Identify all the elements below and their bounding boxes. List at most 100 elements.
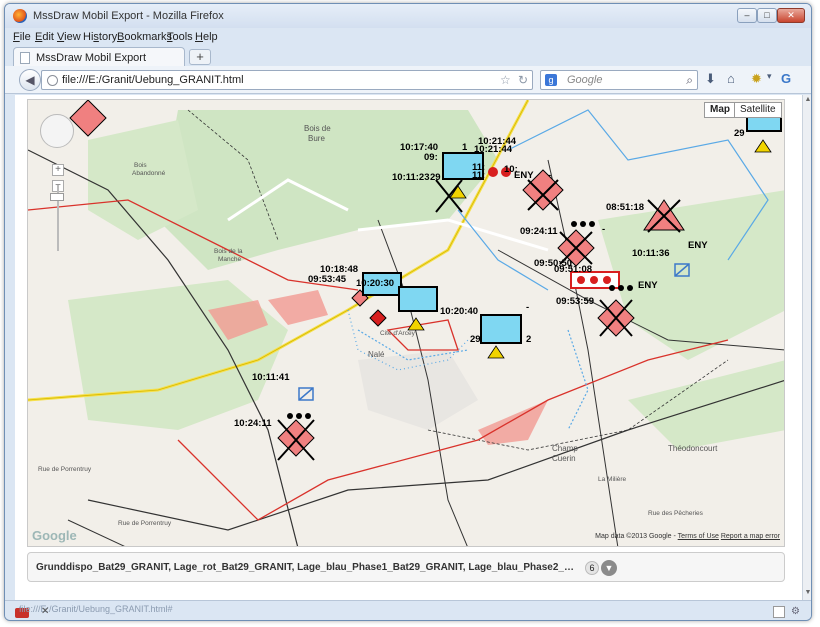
place-label: Bois de <box>304 124 331 133</box>
place-label: Champ <box>552 444 578 453</box>
gear-icon[interactable]: ⚙ <box>791 606 803 618</box>
menu-file[interactable]: File <box>13 31 31 43</box>
back-button[interactable]: ◀ <box>19 69 41 91</box>
layer-selection-bar[interactable]: Grunddispo_Bat29_GRANIT, Lage_rot_Bat29_… <box>27 552 785 582</box>
globe-icon <box>47 75 58 86</box>
friendly-unit[interactable] <box>398 286 438 312</box>
menu-mnemonic: V <box>57 31 65 43</box>
place-label: Nalé <box>368 350 385 359</box>
navigation-bar: ◀ file:///E:/Granit/Uebung_GRANIT.html ☆… <box>5 66 811 94</box>
friendly-unit[interactable] <box>480 314 522 344</box>
unit-label: - <box>602 224 606 235</box>
town-area <box>358 350 478 430</box>
menu-mnemonic: B <box>117 31 125 43</box>
map-type-satellite-button[interactable]: Satellite <box>734 102 782 118</box>
unit-label: 29 <box>470 334 481 345</box>
map-type-map-button[interactable]: Map <box>704 102 736 118</box>
new-tab-button[interactable]: + <box>189 49 211 65</box>
time-label: 09:51:08 <box>554 264 593 275</box>
map-canvas[interactable]: Bois de Bure Bois Abandonné Bois de la M… <box>27 99 785 547</box>
road <box>547 159 619 546</box>
place-label: Bure <box>308 134 325 143</box>
place-label: Manche <box>218 256 242 263</box>
menu-view[interactable]: View <box>57 31 81 43</box>
bookmark-star-icon[interactable]: ☆ <box>500 73 511 87</box>
place-label: Abandonné <box>132 170 166 177</box>
time-label: 10:11:36 <box>632 248 670 259</box>
minimize-button[interactable]: – <box>737 8 757 23</box>
scroll-down-icon[interactable]: ▼ <box>804 589 811 596</box>
status-bar: file:///E:/Granit/Uebung_GRANIT.html# ✕ … <box>5 600 811 620</box>
window-title: MssDraw Mobil Export - Mozilla Firefox <box>33 10 224 22</box>
menu-bookmarks[interactable]: Bookmarks <box>117 31 172 43</box>
time-label: 10:11:23 <box>392 172 430 183</box>
addon-icon[interactable]: G <box>781 71 791 86</box>
unit-label: ENY <box>638 280 658 291</box>
reload-icon[interactable]: ↻ <box>518 73 528 87</box>
scroll-up-icon[interactable]: ▲ <box>804 96 811 103</box>
download-icon[interactable]: ⬇ <box>705 71 716 87</box>
unit-label: - <box>526 302 530 313</box>
menu-mnemonic: F <box>13 31 20 43</box>
home-icon[interactable]: ⌂ <box>727 71 735 86</box>
phase-line-blue <box>457 209 549 291</box>
phase-line-blue <box>567 329 589 431</box>
chevron-down-icon[interactable]: ▾ <box>767 71 772 82</box>
page-icon <box>20 52 30 64</box>
menu-help[interactable]: Help <box>195 31 218 43</box>
maximize-button[interactable]: □ <box>757 8 777 23</box>
place-label: Rue des Pêcheries <box>648 510 703 517</box>
url-bar[interactable]: file:///E:/Granit/Uebung_GRANIT.html ☆ ↻ <box>41 70 533 90</box>
menu-history[interactable]: History <box>83 31 117 43</box>
firefox-icon <box>13 9 27 23</box>
unit-label: 1 <box>462 142 468 153</box>
place-label: Rue de Porrentruy <box>118 520 172 527</box>
tab-mssdraw[interactable]: MssDraw Mobil Export <box>13 47 185 66</box>
menu-edit[interactable]: Edit <box>35 31 54 43</box>
layer-list-text: Grunddispo_Bat29_GRANIT, Lage_rot_Bat29_… <box>36 562 576 573</box>
map-attribution: Map data ©2013 Google - Terms of Use Rep… <box>595 533 780 540</box>
forest-area <box>158 110 498 270</box>
unit-label: 29 <box>734 128 745 139</box>
terms-link[interactable]: Terms of Use <box>678 533 719 540</box>
close-icon[interactable]: ✕ <box>41 606 49 617</box>
time-label: 08:51:18 <box>606 202 645 213</box>
search-icon[interactable]: ⌕ <box>686 73 693 88</box>
unit-label: ENY <box>514 170 534 181</box>
unit-label: ENY <box>688 240 708 251</box>
google-icon[interactable]: g <box>545 74 557 86</box>
time-label: 10:24:11 <box>234 418 272 429</box>
menu-mnemonic: H <box>195 31 203 43</box>
search-bar[interactable]: g Google ⌕ <box>540 70 698 90</box>
report-error-link[interactable]: Report a map error <box>721 533 780 540</box>
gear-icon[interactable]: ✹ <box>751 71 762 87</box>
time-label: 09:53:45 <box>308 274 347 285</box>
hostile-area <box>478 400 548 445</box>
menu-mnemonic: T <box>167 31 173 43</box>
menu-bar: File Edit View History Bookmarks Tools H… <box>5 28 811 46</box>
time-label: 10:20:40 <box>440 306 479 317</box>
pan-control[interactable] <box>40 114 74 148</box>
time-label: 09:53:59 <box>556 296 595 307</box>
attribution-data: Map data ©2013 Google <box>595 533 672 540</box>
zoom-slider-thumb[interactable] <box>50 193 64 201</box>
zoom-in-button[interactable]: + <box>52 164 64 176</box>
expand-chevron-icon[interactable]: ▼ <box>601 560 617 576</box>
time-label: 11: <box>472 170 486 181</box>
layer-count-badge: 6 <box>585 561 599 575</box>
place-label: Bois <box>134 162 147 169</box>
vertical-scrollbar[interactable]: ▲ ▼ <box>802 95 811 600</box>
time-label: 10:21:44 <box>474 144 513 155</box>
place-label: La Milière <box>598 476 627 483</box>
time-label: 09: <box>424 152 438 163</box>
search-placeholder: Google <box>567 74 603 86</box>
close-button[interactable]: ✕ <box>777 8 805 23</box>
menu-tools[interactable]: Tools <box>167 31 193 43</box>
status-addon-icon[interactable] <box>773 606 785 618</box>
page-content: Bois de Bure Bois Abandonné Bois de la M… <box>15 95 811 600</box>
unit-label: 2 <box>526 334 532 345</box>
time-label: 10:20:30 <box>356 278 395 289</box>
time-label: 09:24:11 <box>520 226 558 237</box>
place-label: Cuerin <box>552 454 576 463</box>
title-bar: MssDraw Mobil Export - Mozilla Firefox –… <box>5 4 811 28</box>
